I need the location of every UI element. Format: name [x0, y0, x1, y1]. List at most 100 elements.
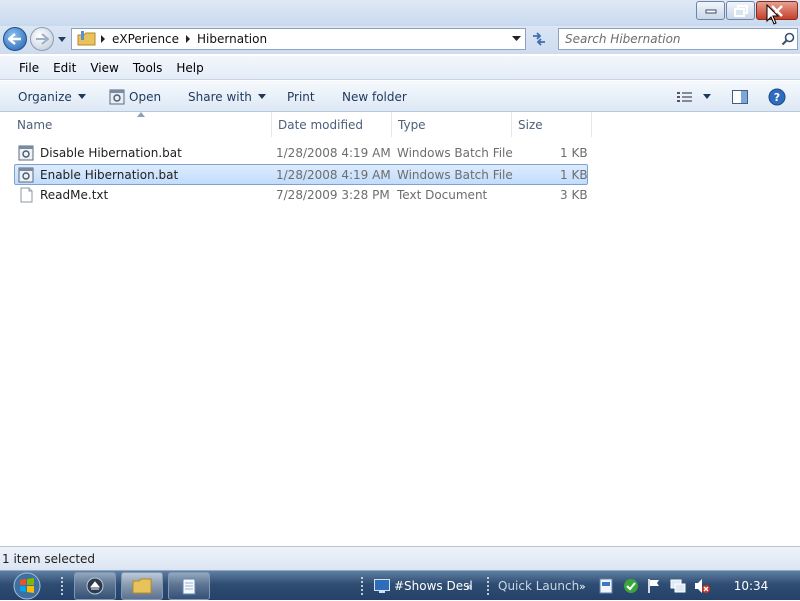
- taskbar-grip[interactable]: [360, 576, 364, 596]
- organize-button[interactable]: Organize: [18, 81, 86, 112]
- file-row[interactable]: ReadMe.txt 7/28/2009 3:28 PM Text Docume…: [14, 185, 588, 206]
- back-button[interactable]: [3, 27, 27, 51]
- file-date: 7/28/2009 3:28 PM: [276, 187, 390, 202]
- breadcrumb-separator-icon[interactable]: [98, 29, 108, 49]
- file-date: 1/28/2008 4:19 AM: [276, 145, 391, 160]
- action-center-flag-icon[interactable]: [646, 578, 662, 594]
- file-name-cell: Disable Hibernation.bat: [18, 143, 182, 162]
- preview-pane-button[interactable]: [732, 81, 748, 112]
- windows-logo-icon: [13, 572, 41, 600]
- menu-tools[interactable]: Tools: [126, 61, 170, 75]
- batch-file-icon: [18, 167, 34, 182]
- forward-button[interactable]: [30, 27, 54, 51]
- status-bar: 1 item selected: [0, 546, 800, 570]
- folder-icon: [132, 578, 152, 594]
- command-bar: Organize Open Share with Print New folde…: [0, 81, 800, 112]
- column-date-modified-label: Date modified: [278, 117, 364, 132]
- file-type: Text Document: [397, 187, 488, 202]
- text-file-icon: [20, 187, 33, 202]
- menu-edit[interactable]: Edit: [46, 61, 83, 75]
- column-header: Name Date modified Type Size: [0, 112, 800, 137]
- breadcrumb-hibernation[interactable]: Hibernation: [193, 29, 271, 49]
- organize-label: Organize: [18, 89, 72, 104]
- print-button[interactable]: Print: [287, 81, 315, 112]
- taskbar-grip[interactable]: [486, 576, 490, 596]
- toolbar-overflow-chevron-icon[interactable]: »: [579, 571, 586, 601]
- navigation-bar: eXPerience Hibernation: [0, 26, 800, 54]
- search-box: [558, 28, 798, 50]
- taskbar-notepad-button[interactable]: [168, 572, 210, 600]
- column-type-label: Type: [398, 117, 426, 132]
- change-view-button[interactable]: [677, 81, 711, 112]
- file-size: 3 KB: [560, 187, 588, 202]
- chevron-down-icon: [511, 36, 521, 41]
- column-name[interactable]: Name: [11, 112, 272, 137]
- menu-bar: File Edit View Tools Help: [0, 56, 800, 80]
- eject-icon: [86, 577, 104, 595]
- recent-pages-dropdown[interactable]: [57, 34, 67, 44]
- address-history-dropdown[interactable]: [509, 29, 523, 49]
- menu-view[interactable]: View: [83, 61, 125, 75]
- notepad-icon: [182, 578, 196, 595]
- help-button[interactable]: ?: [768, 81, 786, 112]
- status-text: 1 item selected: [2, 551, 96, 566]
- new-folder-button[interactable]: New folder: [342, 81, 407, 112]
- security-check-icon[interactable]: [622, 578, 638, 594]
- quick-launch-toolbar[interactable]: Quick Launch: [498, 571, 579, 601]
- caption-buttons: [695, 1, 798, 20]
- mouse-cursor-icon: [766, 4, 780, 25]
- open-button[interactable]: Open: [109, 81, 161, 112]
- details-view-icon: [677, 91, 692, 102]
- forward-arrow-icon: [36, 33, 49, 45]
- network-icon[interactable]: [670, 578, 686, 594]
- minimize-icon: [705, 9, 716, 13]
- toolbar-overflow-chevron-icon[interactable]: »: [466, 571, 473, 601]
- file-size: 1 KB: [560, 145, 588, 160]
- column-type[interactable]: Type: [392, 112, 512, 137]
- column-date-modified[interactable]: Date modified: [272, 112, 392, 137]
- restore-button[interactable]: [726, 1, 755, 20]
- refresh-icon: [533, 32, 545, 46]
- minimize-button[interactable]: [696, 1, 725, 20]
- file-date: 1/28/2008 4:19 AM: [276, 167, 391, 182]
- chevron-down-icon: [257, 94, 266, 99]
- shows-desktop-toolbar[interactable]: #Shows Desl: [394, 571, 473, 601]
- back-arrow-icon: [8, 33, 21, 45]
- file-row[interactable]: Disable Hibernation.bat 1/28/2008 4:19 A…: [14, 143, 588, 164]
- breadcrumb-experience[interactable]: eXPerience: [108, 29, 183, 49]
- file-name-cell: ReadMe.txt: [18, 185, 108, 204]
- refresh-button[interactable]: [528, 29, 550, 49]
- clock[interactable]: 10:34: [720, 571, 782, 601]
- restore-icon: [733, 4, 748, 17]
- start-button[interactable]: [8, 571, 46, 601]
- file-row-selected[interactable]: Enable Hibernation.bat 1/28/2008 4:19 AM…: [14, 164, 588, 185]
- breadcrumb-separator-icon[interactable]: [183, 29, 193, 49]
- chevron-down-icon: [703, 94, 711, 99]
- file-size: 1 KB: [560, 167, 588, 182]
- title-bar: [0, 0, 800, 26]
- volume-muted-icon[interactable]: [694, 578, 710, 594]
- menu-help[interactable]: Help: [169, 61, 210, 75]
- taskbar-app-button[interactable]: [74, 572, 116, 600]
- share-with-button[interactable]: Share with: [188, 81, 266, 112]
- search-icon[interactable]: [779, 30, 797, 48]
- batch-file-icon: [18, 145, 34, 160]
- sort-ascending-icon: [137, 112, 145, 117]
- search-input[interactable]: [559, 30, 779, 48]
- open-label: Open: [129, 89, 162, 104]
- address-bar[interactable]: eXPerience Hibernation: [71, 28, 526, 50]
- taskbar-grip[interactable]: [60, 576, 64, 596]
- chevron-down-icon: [77, 94, 86, 99]
- print-label: Print: [287, 89, 315, 104]
- column-size-label: Size: [518, 117, 543, 132]
- file-type: Windows Batch File: [397, 145, 513, 160]
- menu-file[interactable]: File: [12, 61, 46, 75]
- help-icon: ?: [768, 88, 786, 105]
- tray-document-icon[interactable]: [598, 578, 614, 594]
- column-size[interactable]: Size: [512, 112, 592, 137]
- taskbar-explorer-button[interactable]: [121, 572, 163, 600]
- show-desktop-icon[interactable]: [374, 578, 390, 594]
- file-name-cell: Enable Hibernation.bat: [18, 165, 178, 184]
- new-folder-label: New folder: [342, 89, 407, 104]
- file-name: ReadMe.txt: [40, 187, 109, 202]
